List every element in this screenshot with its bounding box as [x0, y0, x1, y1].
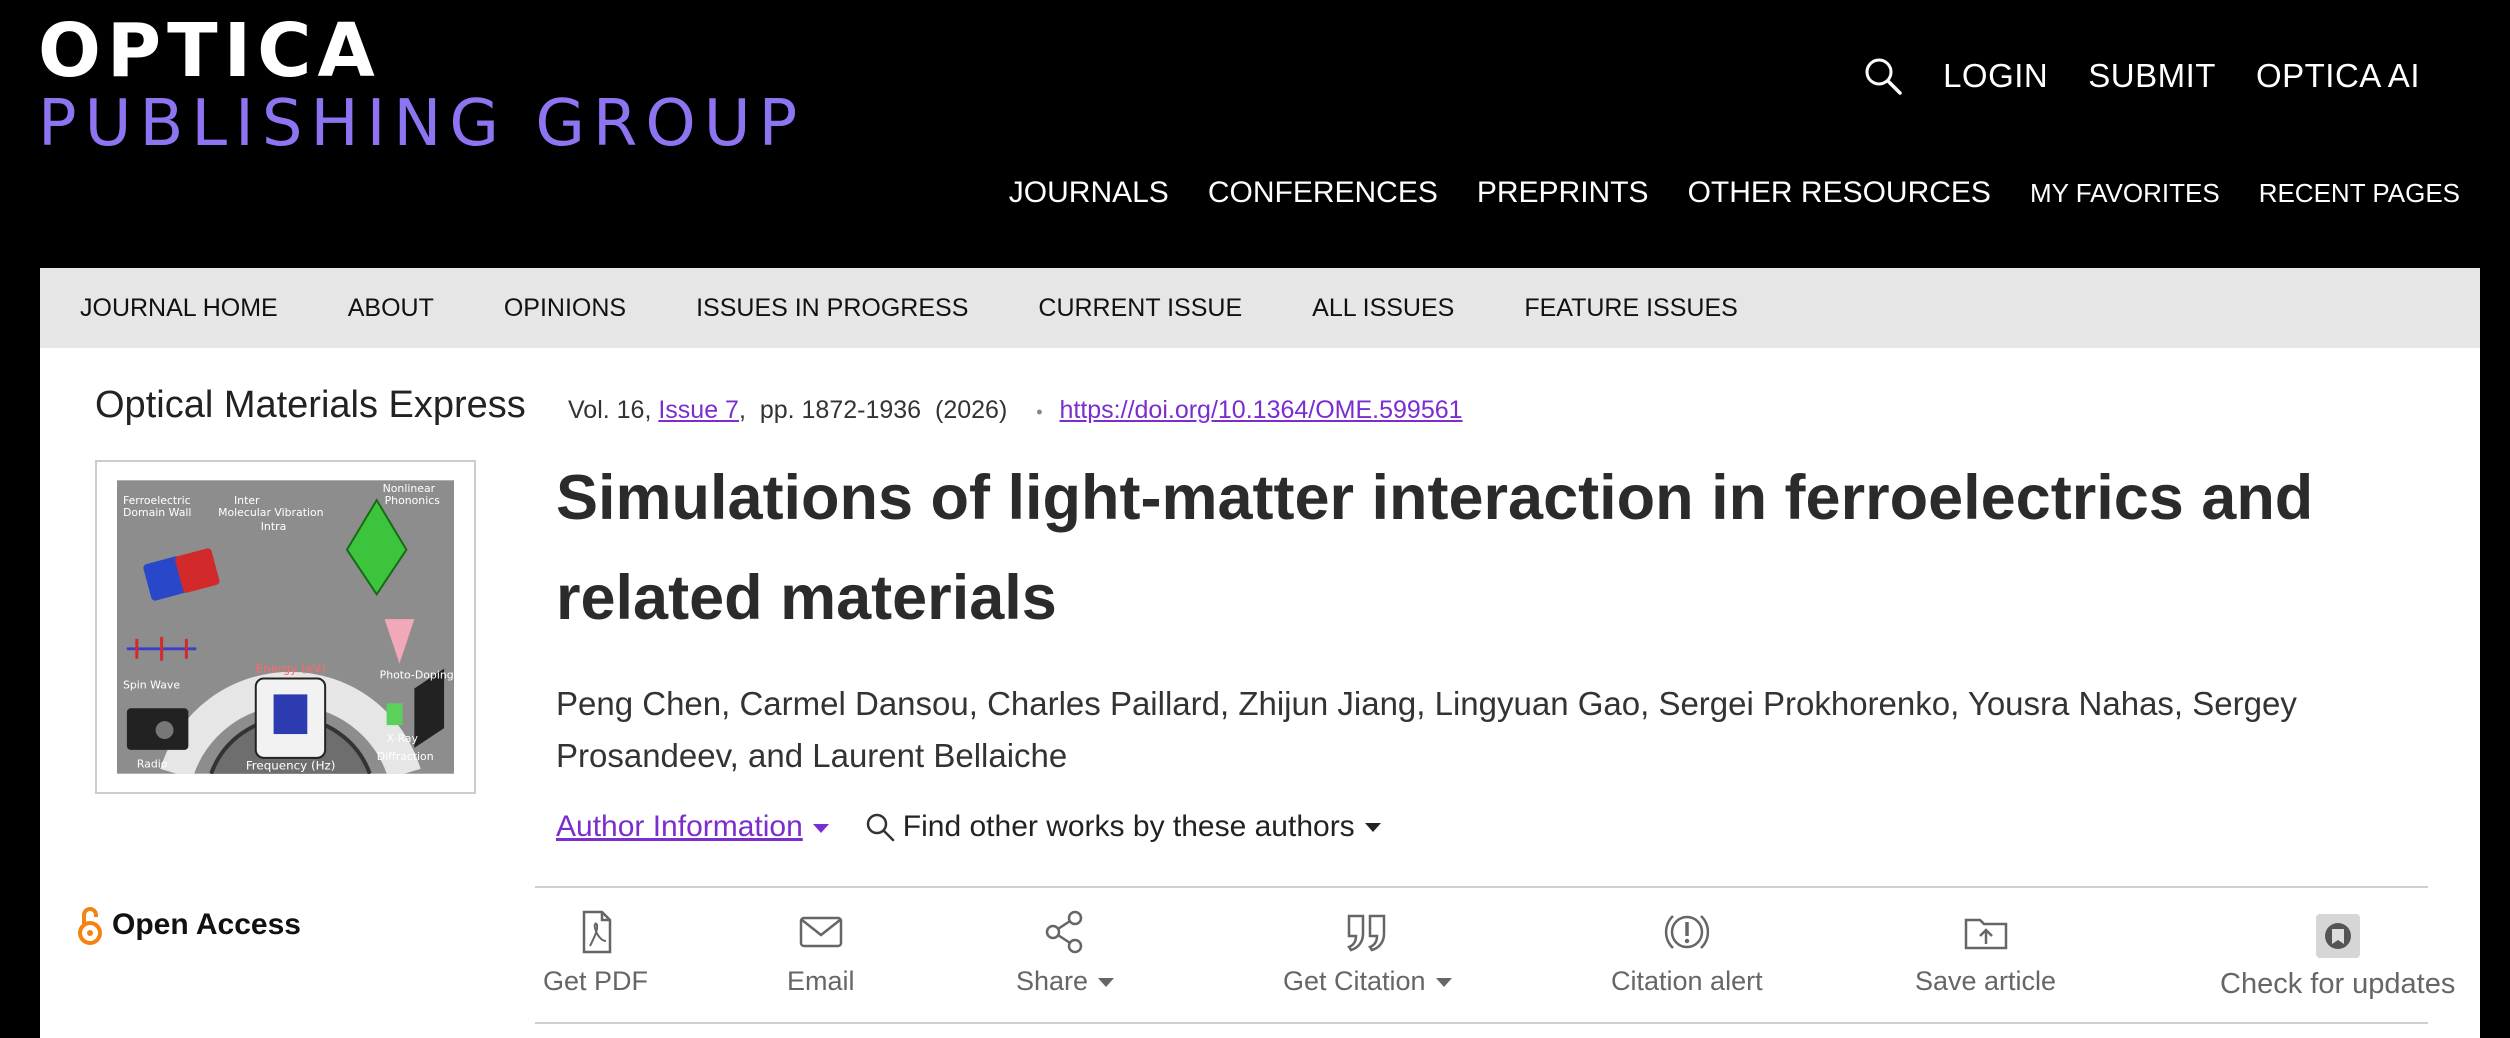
cover-label-frequency: Frequency (Hz)	[246, 759, 336, 773]
cover-label-spin-wave: Spin Wave	[123, 678, 180, 691]
author-actions: Author Information Find other works by t…	[556, 810, 1381, 844]
author-list[interactable]: Peng Chen, Carmel Dansou, Charles Pailla…	[556, 678, 2416, 782]
nav-conferences[interactable]: CONFERENCES	[1208, 176, 1438, 210]
optica-ai-link[interactable]: OPTICA AI	[2256, 57, 2420, 95]
author-information-label: Author Information	[556, 810, 803, 843]
caret-down-icon	[1098, 978, 1115, 988]
logo-publishing-group[interactable]: PUBLISHING GROUP	[38, 92, 805, 156]
login-link[interactable]: LOGIN	[1943, 57, 2048, 95]
site-header: OPTICA PUBLISHING GROUP LOGIN SUBMIT OPT…	[0, 0, 2510, 268]
separator-dot: •	[1036, 402, 1043, 422]
utility-nav: LOGIN SUBMIT OPTICA AI	[1863, 56, 2420, 96]
citation-alert-label: Citation alert	[1611, 966, 1763, 996]
search-icon[interactable]	[1863, 56, 1903, 96]
cover-illustration: Ferroelectric Domain Wall Inter Molecula…	[117, 480, 454, 774]
cover-label-molecular-vibration: Molecular Vibration	[218, 506, 323, 519]
nav-preprints[interactable]: PREPRINTS	[1477, 176, 1649, 210]
cover-label-phononics: Phononics	[385, 494, 441, 507]
quote-icon	[1347, 914, 1386, 952]
share-dropdown: Share	[1016, 966, 1115, 997]
email-button[interactable]: Email	[787, 908, 855, 997]
crossmark-icon	[2315, 914, 2360, 958]
cover-label-diffraction: Diffraction	[377, 750, 434, 763]
nav-journals[interactable]: JOURNALS	[1009, 176, 1169, 210]
pages: pp. 1872-1936	[759, 396, 922, 424]
cover-label-radio: Radio	[137, 758, 168, 771]
jnav-feature-issues[interactable]: FEATURE ISSUES	[1524, 294, 1737, 323]
citation-alert-button[interactable]: Citation alert	[1611, 908, 1763, 997]
share-icon	[1045, 910, 1083, 954]
nav-recent-pages[interactable]: RECENT PAGES	[2259, 178, 2460, 209]
cover-label-xray: X-Ray	[387, 732, 419, 745]
logo-optica[interactable]: OPTICA	[38, 14, 381, 88]
caret-down-icon	[812, 823, 829, 833]
email-label: Email	[787, 966, 855, 996]
cover-label-photo-doping: Photo-Doping	[380, 669, 454, 682]
submit-link[interactable]: SUBMIT	[2088, 57, 2216, 95]
open-access-badge: Open Access	[76, 904, 301, 946]
alert-icon	[1664, 915, 1709, 949]
caret-down-icon	[1435, 978, 1452, 988]
jnav-all-issues[interactable]: ALL ISSUES	[1312, 294, 1454, 323]
issue-link[interactable]: Issue 7	[658, 396, 739, 424]
citation-dropdown: Get Citation	[1283, 966, 1452, 997]
cover-label-energy: Energy (eV)	[256, 662, 326, 676]
jnav-opinions[interactable]: OPINIONS	[504, 294, 626, 323]
check-for-updates-button[interactable]: Check for updates	[2220, 914, 2455, 1001]
get-citation-label: Get Citation	[1283, 966, 1426, 996]
jnav-journal-home[interactable]: JOURNAL HOME	[80, 294, 278, 323]
folder-upload-icon	[1964, 918, 2007, 950]
year: (2026)	[935, 396, 1008, 424]
journal-nav: JOURNAL HOME ABOUT OPINIONS ISSUES IN PR…	[40, 268, 2480, 348]
open-access-label: Open Access	[112, 908, 301, 941]
cover-label-domain-wall: Domain Wall	[123, 506, 192, 519]
article-title: Simulations of light-matter interaction …	[556, 463, 2314, 633]
open-access-lock-icon	[78, 907, 102, 945]
article-tools-bar: Get PDF Email Share Get Citation Citatio…	[535, 886, 2455, 1024]
journal-name[interactable]: Optical Materials Express	[95, 384, 526, 427]
email-icon	[799, 916, 842, 948]
pdf-icon	[582, 910, 611, 954]
cover-label-intra: Intra	[261, 520, 287, 533]
doi-link[interactable]: https://doi.org/10.1364/OME.599561	[1059, 396, 1462, 424]
issue-cover-image[interactable]: Ferroelectric Domain Wall Inter Molecula…	[95, 460, 476, 794]
share-button[interactable]: Share	[1016, 908, 1115, 997]
nav-my-favorites[interactable]: MY FAVORITES	[2030, 178, 2220, 209]
search-icon	[866, 813, 895, 842]
volume: Vol. 16,	[568, 396, 652, 424]
jnav-about[interactable]: ABOUT	[348, 294, 434, 323]
find-other-works-label: Find other works by these authors	[902, 810, 1355, 843]
article-content: Optical Materials Express Vol. 16, Issue…	[40, 348, 2480, 1038]
save-article-button[interactable]: Save article	[1915, 908, 2056, 997]
jnav-current-issue[interactable]: CURRENT ISSUE	[1038, 294, 1242, 323]
get-citation-button[interactable]: Get Citation	[1283, 908, 1452, 997]
get-pdf-button[interactable]: Get PDF	[543, 908, 648, 997]
caret-down-icon	[1364, 822, 1381, 832]
citation-meta: Vol. 16, Issue 7, pp. 1872-1936 (2026) •…	[568, 396, 1463, 424]
get-pdf-label: Get PDF	[543, 966, 649, 996]
jnav-issues-in-progress[interactable]: ISSUES IN PROGRESS	[696, 294, 968, 323]
main-nav: JOURNALS CONFERENCES PREPRINTS OTHER RES…	[1009, 176, 2510, 210]
check-for-updates-label: Check for updates	[2220, 968, 2456, 1000]
save-article-label: Save article	[1915, 966, 2057, 996]
nav-other-resources[interactable]: OTHER RESOURCES	[1688, 176, 1991, 210]
share-label: Share	[1016, 966, 1089, 996]
author-information-toggle[interactable]: Author Information	[556, 810, 829, 844]
find-other-works-toggle[interactable]: Find other works by these authors	[865, 810, 1381, 844]
